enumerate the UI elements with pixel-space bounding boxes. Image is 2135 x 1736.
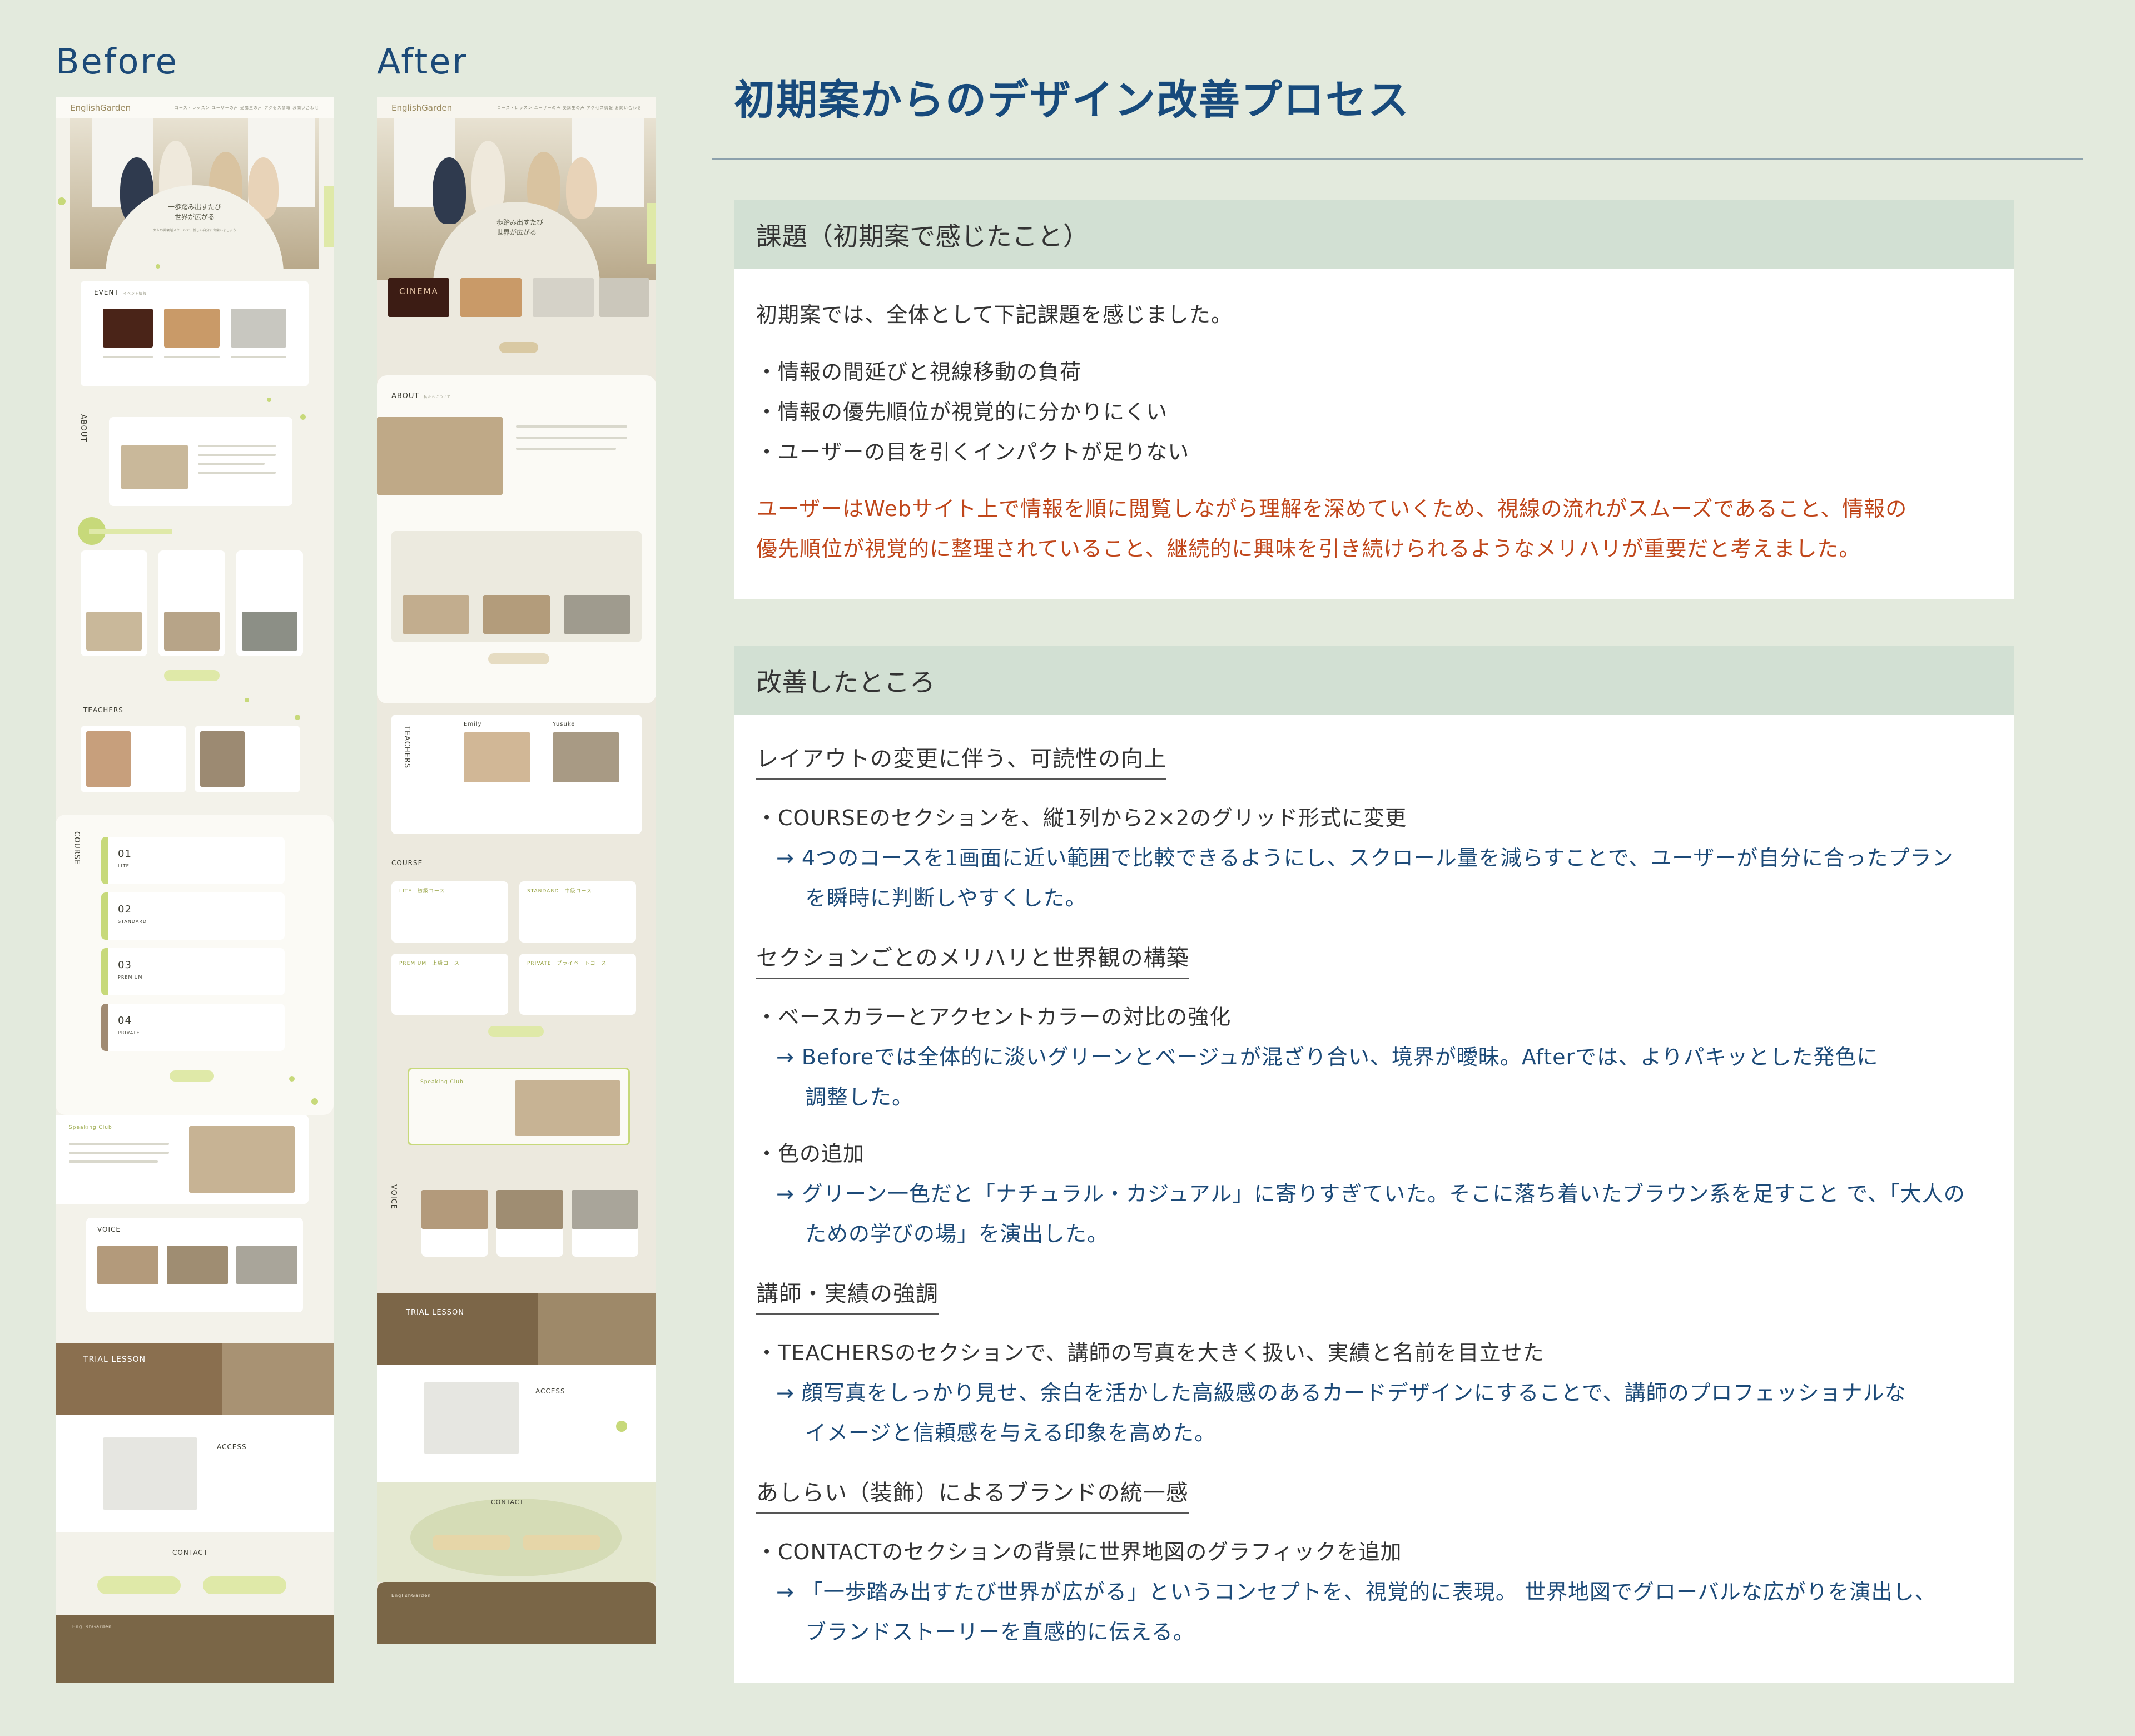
hero-title: 一歩踏み出すたび 世界が広がる (167, 203, 221, 221)
teacher-name: Emily (464, 721, 482, 727)
teacher-name: Yusuke (553, 721, 575, 727)
about-heading: ABOUT (79, 414, 87, 443)
course-grid-title: LITE 初級コース (399, 889, 445, 894)
improvement-subheading: あしらい（装飾）によるブランドの統一感 (756, 1475, 1189, 1514)
event-heading: EVENT イベント情報 (94, 289, 147, 296)
hero-title: 一歩踏み出すたび 世界が広がる (489, 219, 543, 236)
improvement-subheading: セクションごとのメリハリと世界観の構築 (756, 940, 1189, 979)
title-divider (712, 158, 2083, 160)
course-num: 03 (118, 959, 132, 971)
trial-heading: TRIAL LESSON (83, 1355, 146, 1364)
course-grid-title: STANDARD 中級コース (527, 889, 593, 894)
access-heading: ACCESS (535, 1387, 565, 1395)
before-site-mockup: EnglishGarden コース・レッスン ユーザーの声 受講生の声 アクセス… (56, 97, 334, 1683)
course-grid-title: PRIVATE プライベートコース (527, 961, 607, 966)
contact-heading: CONTACT (491, 1499, 524, 1506)
course-name: PRIVATE (118, 1030, 140, 1035)
improvement-point: ・CONTACTのセクションの背景に世界地図のグラフィックを追加 (756, 1540, 1402, 1564)
after-label: After (377, 41, 468, 82)
cinema-text: CINEMA (399, 286, 439, 296)
improvements-header: 改善したところ (734, 646, 2014, 715)
improvement-detail: → Beforeでは全体的に淡いグリーンとベージュが混ざり合い、境界が曖昧。Af… (776, 1045, 1879, 1069)
improvement-detail: ための学びの場」を演出した。 (805, 1222, 1109, 1246)
speaking-heading: Speaking Club (420, 1079, 464, 1085)
improvements-panel: 改善したところ レイアウトの変更に伴う、可読性の向上 ・COURSEのセクション… (734, 646, 2014, 1683)
improvement-point: ・TEACHERSのセクションで、講師の写真を大きく扱い、実績と名前を目立せた (756, 1341, 1545, 1365)
course-num: 04 (118, 1015, 132, 1026)
speaking-heading: Speaking Club (69, 1125, 112, 1130)
improvement-subheading: レイアウトの変更に伴う、可読性の向上 (756, 741, 1166, 780)
improvement-detail: → グリーン一色だと「ナチュラル・カジュアル」に寄りすぎていた。そこに落ち着いた… (776, 1182, 1965, 1206)
access-heading: ACCESS (217, 1443, 247, 1451)
about-card (109, 417, 292, 506)
issues-highlight: 優先順位が視覚的に整理されていること、継続的に興味を引き続けられるようなメリハリ… (756, 537, 1861, 561)
site-nav: コース・レッスン ユーザーの声 受講生の声 アクセス情報 お問い合わせ (174, 106, 319, 110)
site-logo: EnglishGarden (70, 103, 131, 113)
improvement-detail: → 「一歩踏み出すたび世界が広がる」というコンセプトを、視覚的に表現。 世界地図… (776, 1580, 1937, 1604)
course-name: PREMIUM (118, 975, 143, 980)
contact-heading: CONTACT (172, 1549, 208, 1556)
improvement-point: ・COURSEのセクションを、縦1列から2×2のグリッド形式に変更 (756, 806, 1407, 830)
issue-bullet: ・ユーザーの目を引くインパクトが足りない (756, 440, 1190, 464)
teachers-heading: TEACHERS (83, 706, 123, 714)
issues-panel: 課題（初期案で感じたこと） 初期案では、全体として下記課題を感じました。 ・情報… (734, 200, 2014, 599)
after-site-mockup: EnglishGarden コース・レッスン ユーザーの声 受講生の声 アクセス… (377, 97, 656, 1644)
improvement-detail: → 顔写真をしっかり見せ、余白を活かした高級感のあるカードデザインにすることで、… (776, 1381, 1906, 1405)
improvement-detail: を瞬時に判断しやすくした。 (805, 886, 1087, 910)
footer-logo: EnglishGarden (391, 1593, 431, 1598)
improvement-point: ・色の追加 (756, 1142, 865, 1166)
course-num: 02 (118, 904, 132, 915)
course-name: STANDARD (118, 919, 147, 924)
course-heading: COURSE (391, 859, 423, 867)
about-heading: ABOUT 私たちについて (391, 392, 451, 400)
improvement-point: ・ベースカラーとアクセントカラーの対比の強化 (756, 1005, 1232, 1029)
site-nav: コース・レッスン ユーザーの声 受講生の声 アクセス情報 お問い合わせ (496, 106, 642, 110)
course-name: LITE (118, 864, 130, 869)
hero-image: 一歩踏み出すたび 世界が広がる 大人の英会話スクールで、新しい自分に出会いましょう (70, 118, 319, 269)
improvement-subheading: 講師・実績の強調 (756, 1276, 939, 1315)
footer-logo: EnglishGarden (72, 1624, 112, 1629)
course-num: 01 (118, 848, 132, 860)
site-header: EnglishGarden コース・レッスン ユーザーの声 受講生の声 アクセス… (56, 97, 334, 118)
improvement-detail: 調整した。 (805, 1085, 914, 1109)
hero-subtitle: 大人の英会話スクールで、新しい自分に出会いましょう (153, 229, 236, 232)
trial-heading: TRIAL LESSON (406, 1308, 464, 1317)
course-grid-title: PREMIUM 上級コース (399, 961, 460, 966)
hero-image: 一歩踏み出すたび 世界が広がる (377, 118, 656, 280)
issues-header: 課題（初期案で感じたこと） (734, 200, 2014, 269)
improvement-detail: イメージと信頼感を与える印象を高めた。 (805, 1421, 1217, 1445)
course-heading: COURSE (72, 831, 81, 865)
teachers-heading: TEACHERS (403, 726, 411, 769)
issue-bullet: ・情報の間延びと視線移動の負荷 (756, 360, 1082, 384)
issues-highlight: ユーザーはWebサイト上で情報を順に閲覧しながら理解を深めていくため、視線の流れ… (756, 497, 1908, 521)
page-title: 初期案からのデザイン改善プロセス (734, 76, 1410, 124)
voice-heading: VOICE (389, 1184, 398, 1210)
site-logo: EnglishGarden (391, 103, 453, 113)
issues-intro: 初期案では、全体として下記課題を感じました。 (756, 302, 1233, 327)
voice-heading: VOICE (97, 1226, 121, 1233)
issue-bullet: ・情報の優先順位が視覚的に分かりにくい (756, 400, 1168, 424)
before-label: Before (56, 41, 178, 82)
improvement-detail: → 4つのコースを1画面に近い範囲で比較できるようにし、スクロール量を減らすこと… (776, 846, 1954, 870)
improvement-detail: ブランドストーリーを直感的に伝える。 (805, 1620, 1195, 1644)
event-card: EVENT イベント情報 (81, 281, 309, 386)
